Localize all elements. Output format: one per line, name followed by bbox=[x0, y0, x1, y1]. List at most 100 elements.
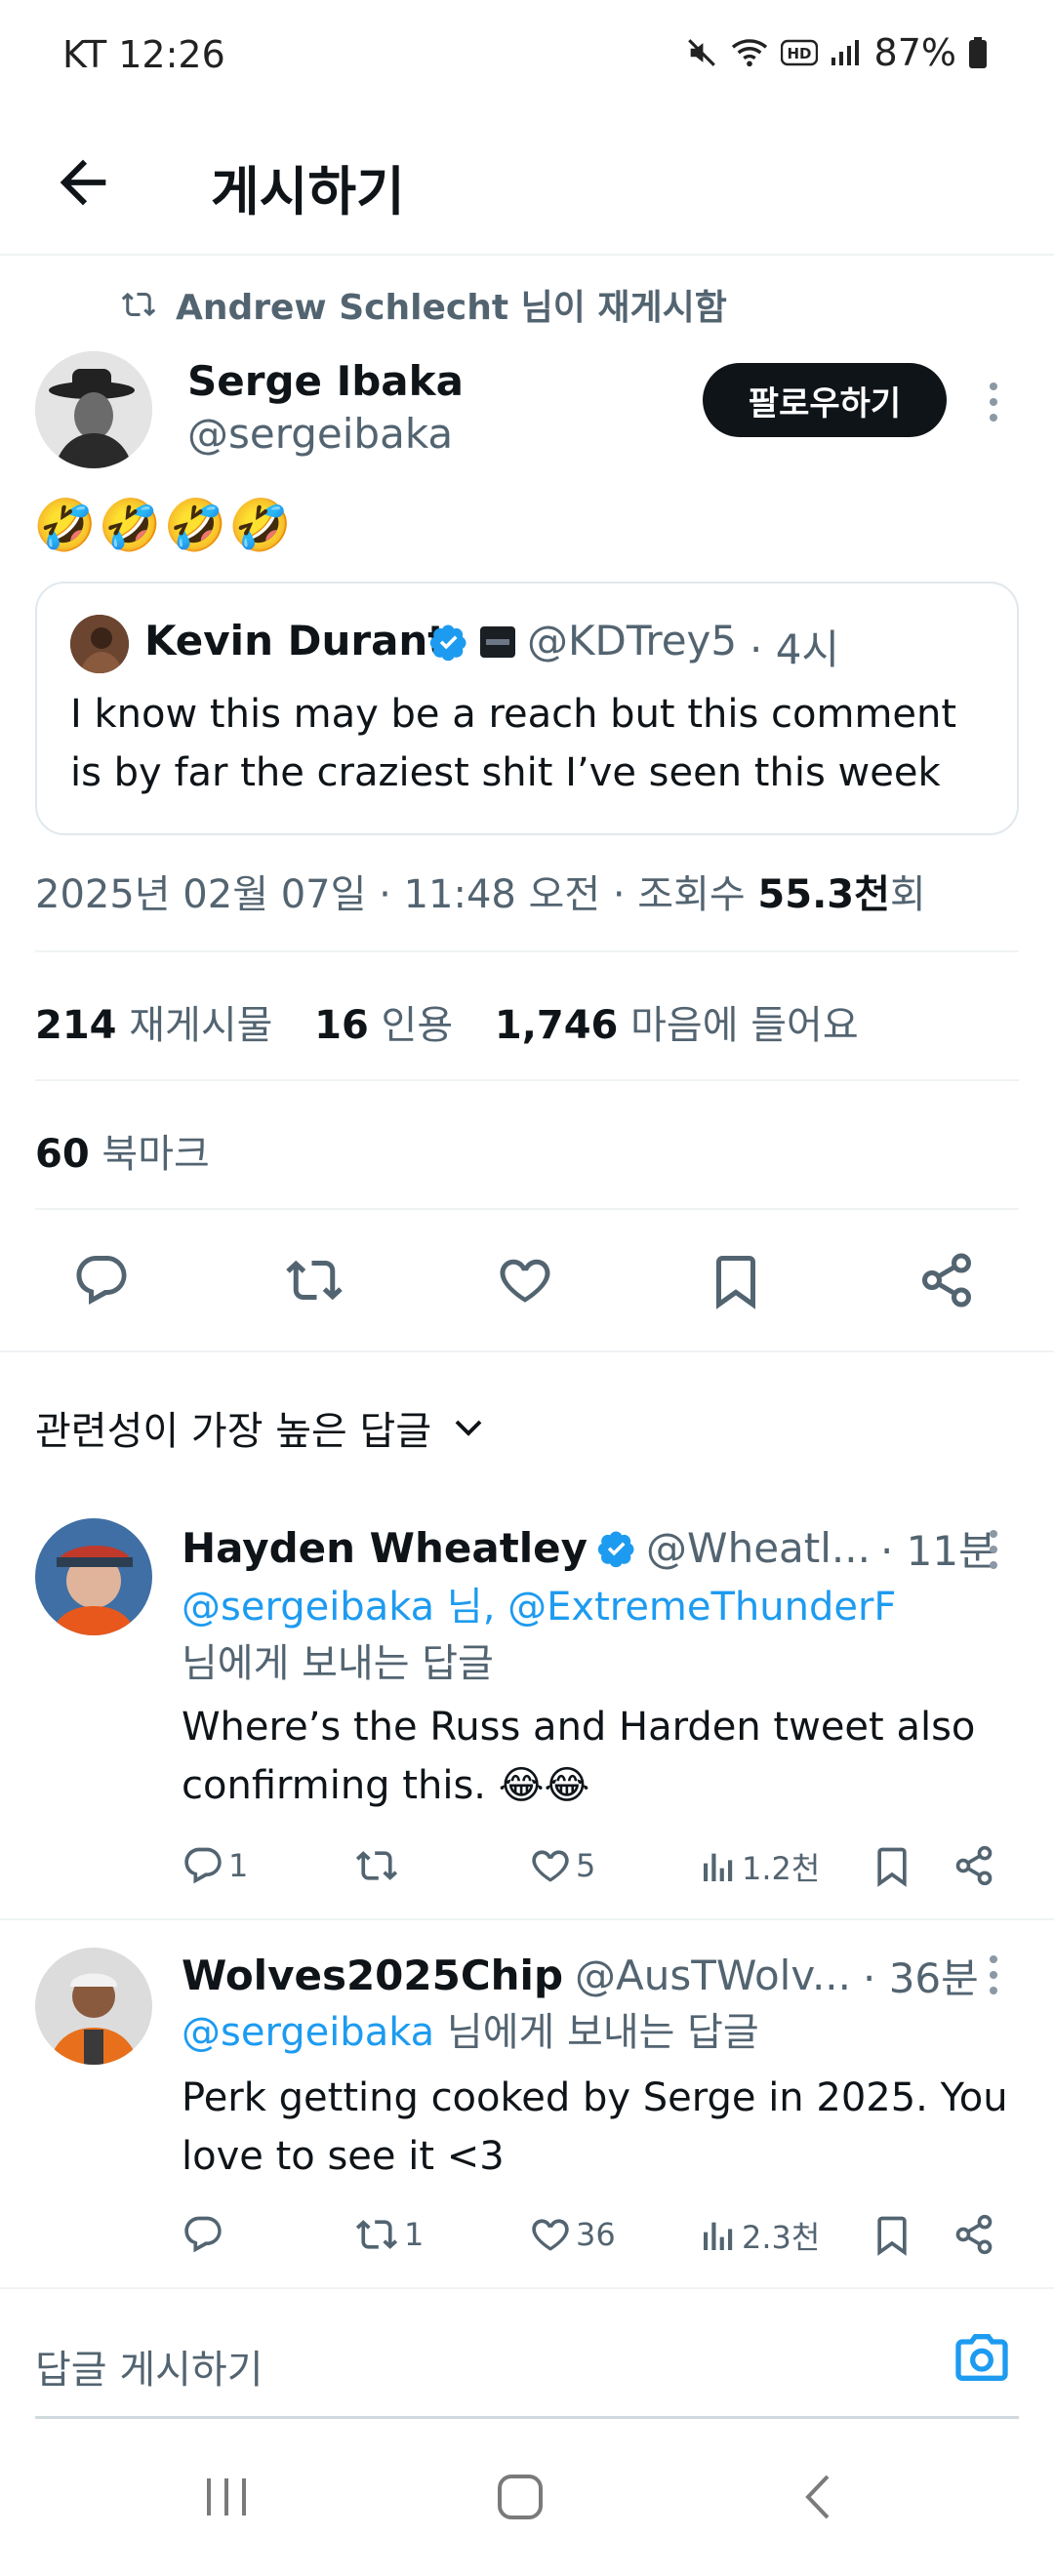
quoted-post[interactable]: Kevin Durant @KDTrey5 · 4시 I know this m… bbox=[35, 582, 1019, 835]
back-nav-icon[interactable] bbox=[798, 2473, 837, 2521]
composer-underline bbox=[35, 2416, 1019, 2419]
quote-text: I know this may be a reach but this comm… bbox=[70, 692, 957, 795]
like-icon[interactable] bbox=[496, 1251, 554, 1309]
reply-author-name[interactable]: Wolves2025Chip bbox=[182, 1952, 563, 1999]
follow-button[interactable]: 팔로우하기 bbox=[703, 363, 947, 437]
repost-action-icon bbox=[355, 2220, 398, 2249]
reply-time: · 11분 bbox=[879, 1527, 996, 1575]
likes-stat[interactable]: 1,746 마음에 들어요 bbox=[495, 1003, 859, 1048]
page-title: 게시하기 bbox=[211, 161, 405, 222]
repost-action-icon[interactable] bbox=[283, 1251, 345, 1309]
status-icons: HD 87% bbox=[685, 31, 988, 74]
bookmark-icon[interactable] bbox=[871, 2213, 913, 2256]
reply-count-button[interactable]: 1 bbox=[182, 1844, 248, 1887]
repost-count-button[interactable] bbox=[353, 1844, 400, 1887]
replies-sort-dropdown[interactable]: 관련성이 가장 높은 답글 bbox=[35, 1399, 486, 1456]
views-button[interactable]: 2.3천 bbox=[699, 2213, 820, 2258]
likes-label: 마음에 들어요 bbox=[630, 1003, 859, 1048]
reposts-stat[interactable]: 214 재게시물 bbox=[35, 1003, 272, 1048]
app-header: 게시하기 bbox=[0, 115, 1054, 254]
reply-author-handle[interactable]: @AusTWolv... bbox=[575, 1952, 851, 1999]
recent-apps-icon[interactable] bbox=[203, 2475, 252, 2519]
repost-text: Andrew Schlecht 님이 재게시함 bbox=[176, 288, 727, 328]
divider bbox=[35, 950, 1019, 952]
replies-sort-label: 관련성이 가장 높은 답글 bbox=[35, 1409, 432, 1454]
analytics-icon bbox=[704, 1853, 733, 1881]
repost-count: 1 bbox=[404, 2216, 425, 2253]
status-bar: KT 12:26 HD 87% bbox=[0, 0, 1054, 115]
likes-count: 1,746 bbox=[494, 1003, 619, 1048]
wifi-icon bbox=[731, 39, 767, 67]
share-icon[interactable] bbox=[917, 1251, 976, 1309]
reposts-count: 214 bbox=[35, 1003, 117, 1048]
reply-actions: 1 5 1.2천 bbox=[182, 1844, 1031, 1893]
like-count: 36 bbox=[576, 2216, 616, 2253]
bookmark-icon[interactable] bbox=[871, 1844, 913, 1887]
more-options-icon[interactable] bbox=[986, 382, 1001, 422]
divider bbox=[0, 2287, 1054, 2289]
avatar-photo bbox=[35, 1948, 152, 2065]
avatar-photo bbox=[35, 351, 152, 468]
reposts-label: 재게시물 bbox=[129, 1003, 273, 1048]
home-icon[interactable] bbox=[496, 2473, 545, 2521]
post-date: 2025년 02월 07일 · 11:48 오전 · 조회수 bbox=[35, 872, 758, 917]
divider bbox=[0, 254, 1054, 256]
author-handle[interactable]: @sergeibaka bbox=[187, 410, 453, 458]
reply-author-handle[interactable]: @Wheatl... bbox=[646, 1524, 871, 1572]
repost-action-icon bbox=[355, 1851, 398, 1880]
bookmarks-label: 북마크 bbox=[101, 1132, 210, 1177]
reply-avatar[interactable] bbox=[35, 1518, 152, 1635]
post-text: 🤣🤣🤣🤣 bbox=[33, 497, 294, 555]
reply-avatar[interactable] bbox=[35, 1948, 152, 2065]
reply-header: Wolves2025Chip @AusTWolv... · 36분 bbox=[182, 1946, 979, 2005]
divider bbox=[0, 1350, 1054, 1352]
bookmarks-stat[interactable]: 60 북마크 bbox=[35, 1122, 210, 1179]
view-count: 1.2천 bbox=[742, 1850, 821, 1887]
battery-percent: 87% bbox=[873, 31, 956, 74]
quotes-label: 인용 bbox=[381, 1003, 454, 1048]
divider bbox=[35, 1079, 1019, 1081]
reply-count-button[interactable] bbox=[182, 2213, 224, 2256]
reply-actions: 1 36 2.3천 bbox=[182, 2213, 1031, 2262]
quote-author-name: Kevin Durant bbox=[144, 617, 448, 664]
author-avatar[interactable] bbox=[35, 351, 152, 468]
repost-context[interactable]: Andrew Schlecht 님이 재게시함 bbox=[119, 279, 727, 330]
verified-badge-icon bbox=[429, 624, 466, 662]
reply-time: · 36분 bbox=[863, 1954, 979, 2002]
reply-icon[interactable] bbox=[72, 1251, 131, 1309]
divider bbox=[0, 1918, 1054, 1920]
reply-to-line: @sergeibaka 님, @ExtremeThunderF 님에게 보내는 … bbox=[182, 1579, 1021, 1692]
reply-to-suffix: 님에게 보내는 답글 bbox=[434, 2010, 759, 2055]
signal-icon bbox=[831, 40, 859, 65]
reply-count: 1 bbox=[228, 1847, 249, 1884]
reply-icon bbox=[184, 1847, 222, 1884]
verified-badge-icon bbox=[597, 1531, 634, 1567]
reply-input[interactable]: 답글 게시하기 bbox=[35, 2338, 264, 2395]
reply-mentions[interactable]: @sergeibaka bbox=[182, 2010, 434, 2055]
author-name[interactable]: Serge Ibaka bbox=[187, 357, 464, 405]
quotes-stat[interactable]: 16 인용 bbox=[314, 1003, 453, 1048]
repost-count-button[interactable]: 1 bbox=[353, 2213, 424, 2256]
post-meta: 2025년 02월 07일 · 11:48 오전 · 조회수 55.3천회 bbox=[35, 863, 926, 919]
camera-icon[interactable] bbox=[951, 2326, 1013, 2389]
reply-author-name[interactable]: Hayden Wheatley bbox=[182, 1524, 588, 1572]
back-arrow-icon[interactable] bbox=[49, 148, 117, 217]
like-count-button[interactable]: 5 bbox=[529, 1844, 595, 1887]
like-icon bbox=[532, 2219, 569, 2251]
reply-text: Where’s the Russ and Harden tweet also c… bbox=[182, 1705, 976, 1808]
more-options-icon[interactable] bbox=[986, 1530, 1001, 1569]
mute-icon bbox=[687, 39, 715, 66]
bookmark-icon[interactable] bbox=[707, 1251, 765, 1309]
share-icon[interactable] bbox=[953, 1844, 995, 1887]
reply-header: Hayden Wheatley @Wheatl... · 11분 bbox=[182, 1518, 996, 1578]
share-icon[interactable] bbox=[953, 2213, 995, 2256]
repost-icon bbox=[121, 292, 156, 317]
views-button[interactable]: 1.2천 bbox=[699, 1844, 820, 1889]
reply-mentions[interactable]: @sergeibaka 님, @ExtremeThunderF bbox=[182, 1585, 896, 1630]
views-suffix: 회 bbox=[889, 872, 926, 917]
quote-author-avatar bbox=[70, 615, 129, 673]
like-count-button[interactable]: 36 bbox=[529, 2213, 616, 2256]
more-options-icon[interactable] bbox=[986, 1955, 1001, 1994]
chevron-down-icon bbox=[455, 1420, 482, 1436]
quote-author-handle: @KDTrey5 bbox=[527, 617, 738, 664]
